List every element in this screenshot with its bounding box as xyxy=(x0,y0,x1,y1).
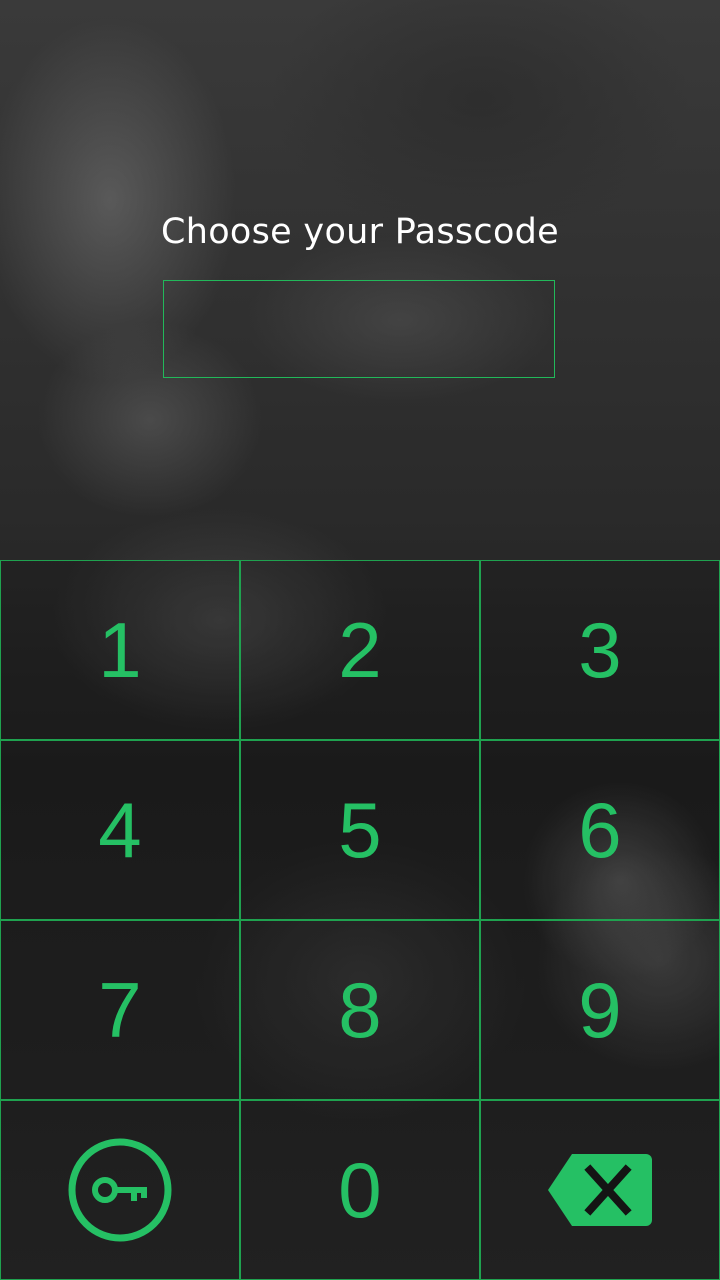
key-icon xyxy=(65,1138,175,1242)
numeric-keypad: 1 2 3 4 5 6 7 8 9 0 xyxy=(0,560,720,1280)
passcode-input-box[interactable] xyxy=(163,280,555,378)
key-7-button[interactable]: 7 xyxy=(0,920,240,1100)
key-0-button[interactable]: 0 xyxy=(240,1100,480,1280)
passcode-screen: Choose your Passcode 1 2 3 4 5 6 7 8 9 0 xyxy=(0,0,720,1280)
page-title: Choose your Passcode xyxy=(160,212,560,252)
key-2-button[interactable]: 2 xyxy=(240,560,480,740)
key-9-button[interactable]: 9 xyxy=(480,920,720,1100)
key-1-button[interactable]: 1 xyxy=(0,560,240,740)
backspace-button[interactable] xyxy=(480,1100,720,1280)
key-4-button[interactable]: 4 xyxy=(0,740,240,920)
key-8-button[interactable]: 8 xyxy=(240,920,480,1100)
key-6-button[interactable]: 6 xyxy=(480,740,720,920)
key-button[interactable] xyxy=(0,1100,240,1280)
key-3-button[interactable]: 3 xyxy=(480,560,720,740)
backspace-icon xyxy=(546,1152,654,1228)
key-5-button[interactable]: 5 xyxy=(240,740,480,920)
